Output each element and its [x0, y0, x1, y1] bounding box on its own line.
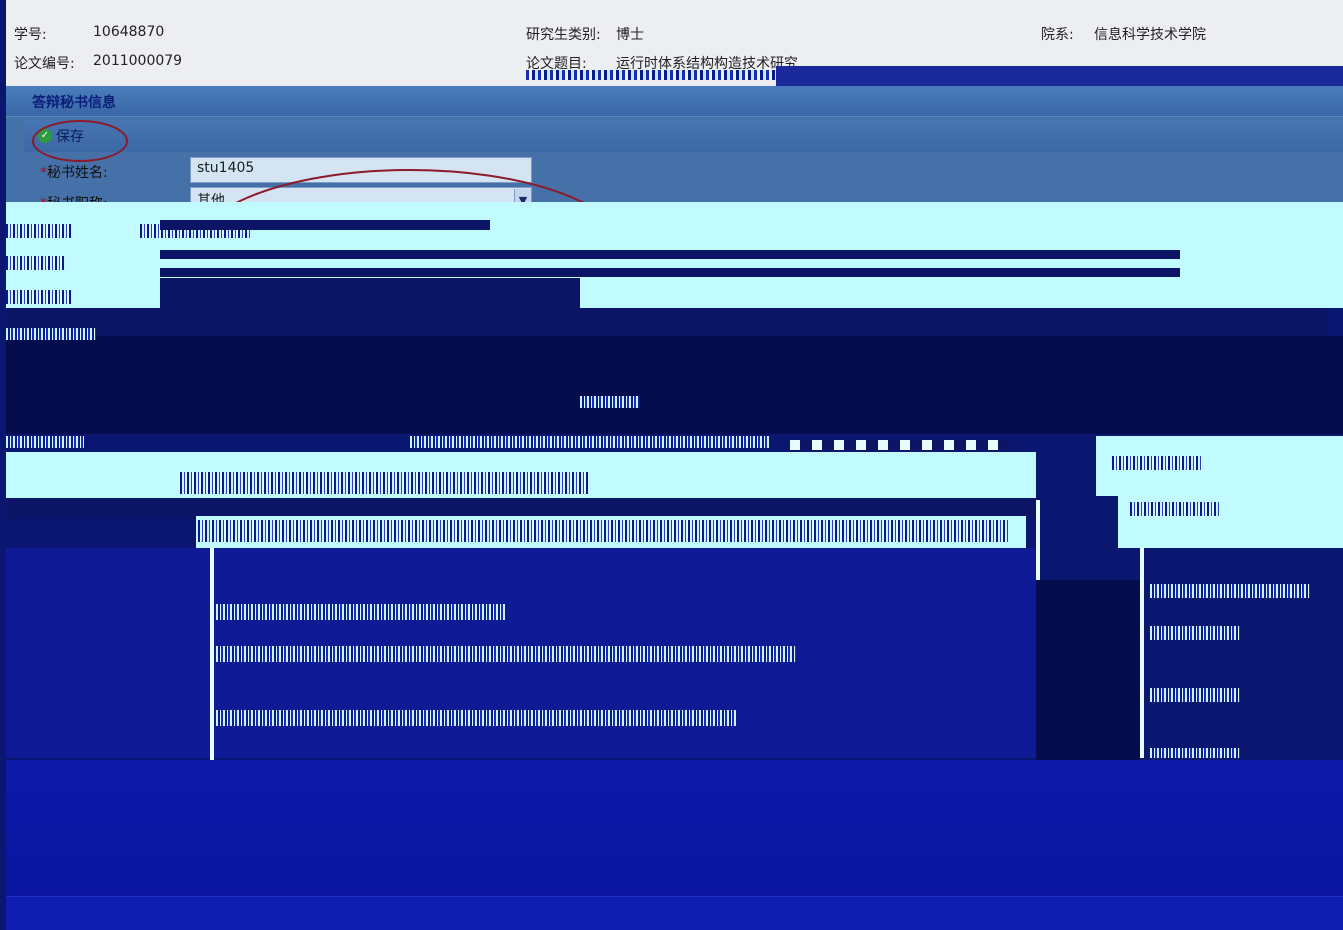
- corrupted-dashes: [790, 440, 1010, 450]
- corrupted-label: [1150, 626, 1240, 640]
- corrupted-label: [6, 224, 72, 238]
- corrupted-label: [1130, 502, 1220, 516]
- corrupted-bar: [160, 220, 490, 230]
- corrupted-label: [216, 646, 796, 662]
- student-id-value: 10648870: [93, 24, 165, 40]
- corrupted-divider: [1140, 548, 1144, 758]
- department-value: 信息科学技术学院: [1094, 27, 1206, 43]
- panel-title: 答辩秘书信息: [32, 95, 116, 111]
- category-label: 研究生类别:: [526, 27, 601, 43]
- thesis-no-value: 2011000079: [93, 53, 183, 69]
- corrupted-block: [160, 278, 580, 308]
- corrupted-label: [198, 520, 1008, 542]
- corrupted-band: [6, 336, 1343, 434]
- corrupted-label: [216, 604, 506, 620]
- annotation-circle: [32, 120, 128, 162]
- thesis-info-header: 学号: 10648870 论文编号: 2011000079 研究生类别: 博士 …: [6, 0, 1343, 87]
- corrupted-bar: [160, 250, 1180, 259]
- thesis-no-label: 论文编号:: [14, 56, 75, 72]
- corrupted-label: [6, 328, 96, 340]
- corrupted-label: [6, 290, 72, 304]
- title-corruption: [526, 70, 776, 80]
- corrupted-divider: [210, 548, 214, 778]
- corrupted-label: [580, 396, 640, 408]
- student-id-label: 学号:: [14, 27, 47, 43]
- corrupted-label: [410, 436, 770, 448]
- corrupted-label: [1112, 456, 1202, 470]
- corrupted-divider: [1036, 500, 1040, 580]
- category-value: 博士: [616, 27, 644, 43]
- corrupted-footer: [6, 896, 1343, 930]
- panel-title-bar: 答辩秘书信息: [6, 86, 1343, 117]
- secretary-name-label: *秘书姓名:: [40, 165, 108, 181]
- corrupted-label: [1150, 688, 1240, 702]
- corrupted-label: [1150, 748, 1240, 758]
- department-label: 院系:: [1041, 27, 1074, 43]
- corrupted-band: [6, 308, 1326, 336]
- corrupted-column: [1036, 580, 1140, 760]
- corrupted-band: [6, 498, 1036, 518]
- corrupted-label: [1150, 584, 1310, 598]
- corrupted-label: [216, 710, 736, 726]
- header-glitch-band: [776, 66, 1343, 86]
- corrupted-label: [6, 436, 84, 448]
- corrupted-bar: [160, 268, 1180, 277]
- corrupted-label: [180, 472, 590, 494]
- corrupted-label: [6, 256, 66, 270]
